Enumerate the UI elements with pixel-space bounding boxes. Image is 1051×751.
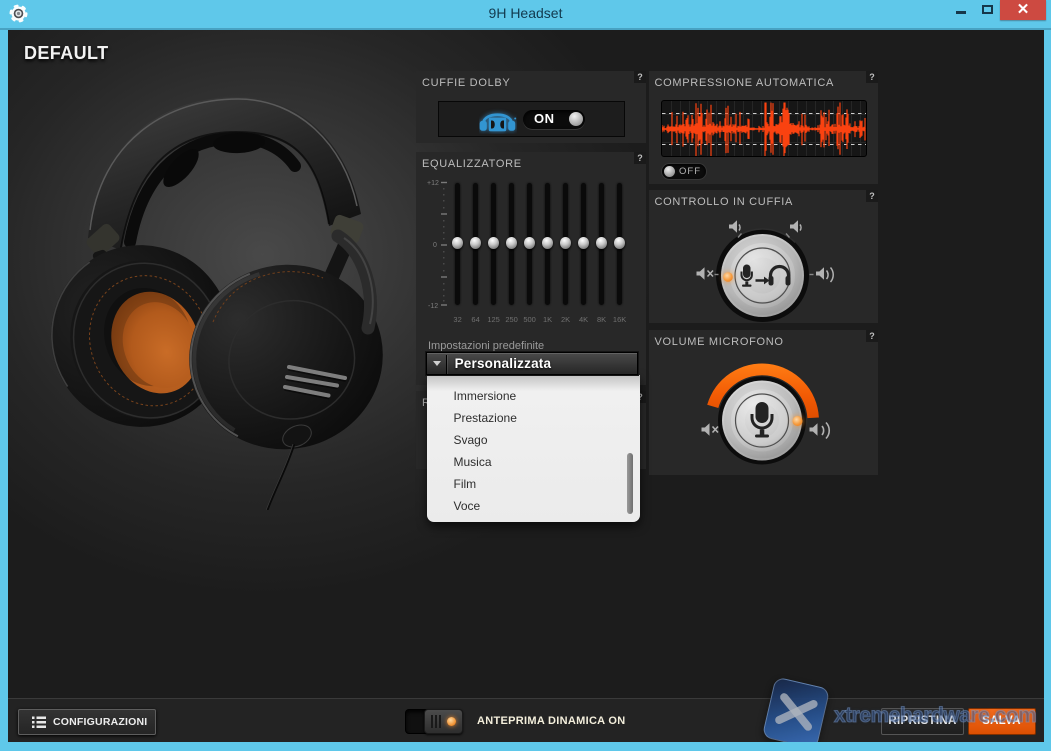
svg-text:0: 0 [433, 242, 437, 249]
svg-text:+12: +12 [427, 180, 439, 187]
svg-text:-12: -12 [428, 303, 438, 310]
